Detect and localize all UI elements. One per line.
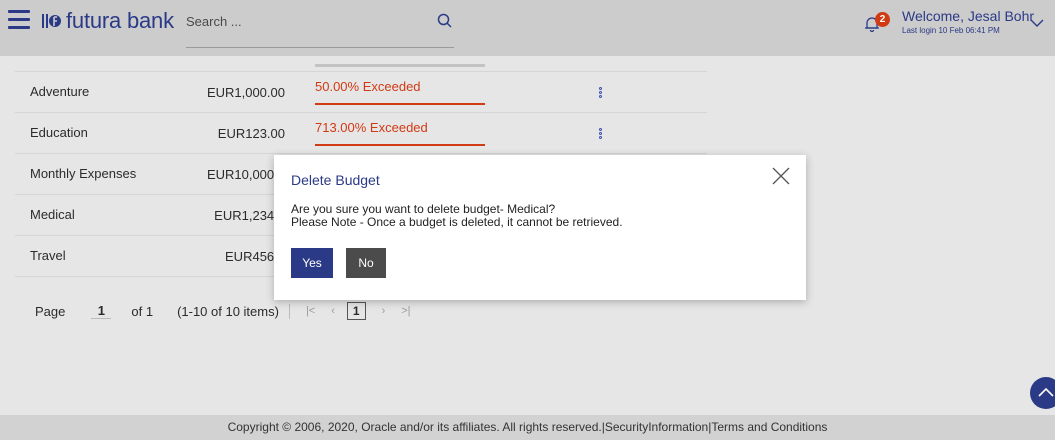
yes-button[interactable]: Yes [291,248,333,278]
chevron-down-icon[interactable] [1030,18,1044,28]
close-icon[interactable] [772,167,790,185]
delete-budget-dialog: Delete Budget Are you sure you want to d… [274,155,806,300]
items-count: (1-10 of 10 items) [177,303,290,319]
welcome-text: Welcome, Jesal Bohr [902,8,1035,24]
scroll-to-top-button[interactable] [1030,377,1055,409]
brand-name: futura bank [66,8,174,33]
search-bar [186,8,454,48]
budget-amount: EUR10,000.0 [206,166,285,182]
progress-bar [315,103,485,105]
status-text: 713.00% Exceeded [315,120,428,135]
dialog-message: Are you sure you want to delete budget- … [291,203,623,229]
budget-name: Monthly Expenses [30,166,137,181]
page-of-label: of 1 [131,303,154,319]
last-login-text: Last login 10 Feb 06:41 PM [902,26,1000,35]
status-text: 50.00% Exceeded [315,79,421,94]
budget-name: Travel [30,248,66,263]
next-page-icon[interactable]: › [382,305,386,317]
first-page-icon[interactable]: |< [306,305,315,317]
budget-status: 713.00% Exceeded [315,113,485,153]
budget-amount: EUR456.0 [225,248,285,264]
page-label: Page [35,303,66,319]
budget-status: 50.00% Exceeded [315,72,485,112]
dialog-note-line: Please Note - Once a budget is deleted, … [291,215,623,229]
row-actions-menu[interactable] [595,72,607,112]
chevron-up-icon [1038,387,1054,397]
table-row: Education EUR123.00 713.00% Exceeded [15,113,707,154]
table-row: Adventure EUR1,000.00 50.00% Exceeded [15,72,707,113]
prev-page-icon[interactable]: ‹ [331,305,335,317]
progress-bar [315,144,485,146]
kebab-menu-icon[interactable] [599,86,603,99]
top-header: futura bank 2 Welcome, Jesal Bohr Last l… [0,0,1055,56]
logo-icon [42,14,61,28]
budget-amount: EUR123.00 [217,125,285,141]
no-button[interactable]: No [346,248,386,278]
kebab-menu-icon[interactable] [599,127,603,140]
user-menu[interactable]: Welcome, Jesal Bohr Last login 10 Feb 06… [902,8,1034,35]
pagination: Page 1 of 1 (1-10 of 10 items) |< ‹ 1 › … [20,296,411,326]
hamburger-menu-icon[interactable] [8,10,30,30]
notification-count-badge: 2 [875,12,890,27]
search-input[interactable] [186,8,416,29]
page-number-input[interactable]: 1 [91,303,112,319]
last-page-icon[interactable]: >| [401,305,410,317]
row-actions-menu[interactable] [595,113,607,153]
dialog-title: Delete Budget [291,172,380,188]
budget-amount: EUR1,234.0 [214,207,285,223]
current-page-button[interactable]: 1 [346,302,366,320]
budget-amount: EUR1,000.00 [206,84,285,100]
progress-bar [315,64,485,67]
budget-name: Education [30,125,88,140]
page-footer: Copyright © 2006, 2020, Oracle and/or it… [0,415,1055,440]
search-icon[interactable] [436,12,454,30]
budget-name: Medical [30,207,75,222]
bank-logo[interactable]: futura bank [40,8,174,34]
budget-name: Adventure [30,84,90,99]
table-row-partial [15,56,707,72]
